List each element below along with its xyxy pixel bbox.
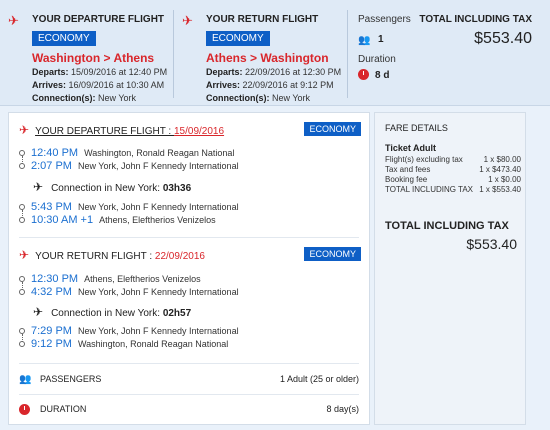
arrival-time: 10:30 AM +1 bbox=[31, 214, 94, 226]
duration-label: Duration bbox=[358, 54, 396, 65]
fare-line: TOTAL INCLUDING TAX 1 x $553.40 bbox=[385, 185, 521, 194]
return-summary: ✈ YOUR RETURN FLIGHT ECONOMY Athens > Wa… bbox=[182, 14, 347, 104]
return-heading: YOUR RETURN FLIGHT bbox=[206, 14, 319, 25]
departure-date[interactable]: 15/09/2016 bbox=[174, 126, 224, 137]
passengers-row-value: 1 Adult (25 or older) bbox=[279, 374, 359, 384]
departure-airport: Athens, Eleftherios Venizelos bbox=[84, 274, 201, 284]
return-route: Athens > Washington bbox=[206, 51, 329, 65]
section-divider bbox=[19, 394, 359, 395]
departure-summary: ✈ YOUR DEPARTURE FLIGHT ECONOMY Washingt… bbox=[8, 14, 173, 104]
return-date: 22/09/2016 bbox=[154, 251, 205, 262]
summary-divider bbox=[173, 10, 174, 98]
fare-details-title: FARE DETAILS bbox=[385, 123, 448, 133]
total-summary: TOTAL INCLUDING TAX $553.40 bbox=[419, 14, 532, 48]
duration-row: DURATION 8 day(s) bbox=[19, 403, 359, 419]
arrival-airport: New York, John F Kennedy International bbox=[77, 161, 239, 171]
fare-line: Flight(s) excluding tax 1 x $80.00 bbox=[385, 155, 521, 164]
fare-total-label: TOTAL INCLUDING TAX bbox=[385, 220, 509, 232]
arrival-airport: New York, John F Kennedy International bbox=[77, 287, 239, 297]
arrival-airport: Athens, Eleftherios Venizelos bbox=[99, 215, 216, 225]
departure-time: 5:43 PM bbox=[31, 201, 72, 213]
departure-airport: New York, John F Kennedy International bbox=[77, 202, 239, 212]
segment-departure: 5:43 PM New York, John F Kennedy Internat… bbox=[31, 201, 239, 213]
departure-heading: YOUR DEPARTURE FLIGHT bbox=[32, 14, 165, 25]
departure-arrives: Arrives: 16/09/2016 at 10:30 AM bbox=[32, 80, 165, 90]
fare-breakdown: Flight(s) excluding tax 1 x $80.00 Tax an… bbox=[385, 155, 521, 195]
departure-flight-header[interactable]: ✈ YOUR DEPARTURE FLIGHT : 15/09/2016 bbox=[19, 123, 224, 137]
return-cabin-badge: ECONOMY bbox=[304, 247, 361, 261]
segment-arrival: 9:12 PM Washington, Ronald Reagan Nationa… bbox=[31, 338, 228, 350]
duration-row-label: DURATION bbox=[40, 404, 87, 414]
return-segment-2: 7:29 PM New York, John F Kennedy Internat… bbox=[19, 325, 359, 355]
segment-departure: 12:30 PM Athens, Eleftherios Venizelos bbox=[31, 273, 201, 285]
arrival-time: 9:12 PM bbox=[31, 338, 72, 350]
return-cabin-badge: ECONOMY bbox=[206, 31, 270, 46]
fare-ticket-type: Ticket Adult bbox=[385, 143, 437, 153]
passengers-row: 👥 PASSENGERS 1 Adult (25 or older) bbox=[19, 373, 359, 389]
return-departs: Departs: 22/09/2016 at 12:30 PM bbox=[206, 67, 342, 77]
airplane-icon: ✈ bbox=[19, 123, 30, 137]
departure-time: 12:30 PM bbox=[31, 273, 79, 285]
segment-departure: 7:29 PM New York, John F Kennedy Internat… bbox=[31, 325, 239, 337]
section-divider bbox=[19, 363, 359, 364]
departure-airport: New York, John F Kennedy International bbox=[77, 326, 239, 336]
people-icon: 👥 bbox=[358, 35, 371, 46]
connection-duration: 03h36 bbox=[162, 183, 192, 194]
departure-cabin-badge: ECONOMY bbox=[32, 31, 96, 46]
total-label: TOTAL INCLUDING TAX bbox=[419, 14, 532, 25]
passengers-row-label: PASSENGERS bbox=[40, 374, 102, 384]
passengers-label: Passengers bbox=[358, 14, 411, 25]
airplane-icon: ✈ bbox=[182, 13, 193, 28]
segment-arrival: 10:30 AM +1 Athens, Eleftherios Venizelos bbox=[31, 214, 216, 226]
departure-time: 12:40 PM bbox=[31, 147, 79, 159]
departure-airport: Washington, Ronald Reagan National bbox=[84, 148, 235, 158]
connection-duration: 02h57 bbox=[162, 308, 192, 319]
departure-connections: Connection(s): New York bbox=[32, 93, 137, 103]
return-connection: ✈ Connection in New York: 02h57 bbox=[33, 305, 192, 319]
segment-arrival: 2:07 PM New York, John F Kennedy Internat… bbox=[31, 160, 239, 172]
return-arrives: Arrives: 22/09/2016 at 9:12 PM bbox=[206, 80, 334, 90]
airplane-icon: ✈ bbox=[8, 13, 19, 28]
return-segment-1: 12:30 PM Athens, Eleftherios Venizelos 4:… bbox=[19, 273, 359, 303]
fare-total-price: $553.40 bbox=[466, 236, 517, 252]
summary-divider bbox=[347, 10, 348, 98]
departure-connection: ✈ Connection in New York: 03h36 bbox=[33, 180, 192, 194]
booking-summary: ✈ YOUR DEPARTURE FLIGHT ECONOMY Washingt… bbox=[0, 0, 550, 106]
arrival-airport: Washington, Ronald Reagan National bbox=[77, 339, 229, 349]
connecting-flight-icon: ✈ bbox=[33, 180, 44, 194]
departure-cabin-badge: ECONOMY bbox=[304, 122, 361, 136]
segment-departure: 12:40 PM Washington, Ronald Reagan Nation… bbox=[31, 147, 234, 159]
arrival-time: 4:32 PM bbox=[31, 286, 72, 298]
departure-route: Washington > Athens bbox=[32, 51, 155, 65]
fare-line: Booking fee 1 x $0.00 bbox=[385, 175, 521, 184]
passengers-count: 1 bbox=[378, 34, 384, 45]
fare-line: Tax and fees 1 x $473.40 bbox=[385, 165, 521, 174]
segment-arrival: 4:32 PM New York, John F Kennedy Internat… bbox=[31, 286, 239, 298]
total-price: $553.40 bbox=[474, 30, 532, 47]
arrival-time: 2:07 PM bbox=[31, 160, 72, 172]
duration-row-value: 8 day(s) bbox=[326, 404, 359, 414]
departure-segment-2: 5:43 PM New York, John F Kennedy Internat… bbox=[19, 201, 359, 231]
return-connections: Connection(s): New York bbox=[206, 93, 311, 103]
departure-segment-1: 12:40 PM Washington, Ronald Reagan Nation… bbox=[19, 147, 359, 177]
return-flight-header: ✈ YOUR RETURN FLIGHT : 22/09/2016 bbox=[19, 248, 205, 262]
departure-departs: Departs: 15/09/2016 at 12:40 PM bbox=[32, 67, 168, 77]
return-flight-label: YOUR RETURN FLIGHT : bbox=[35, 251, 155, 262]
people-icon: 👥 bbox=[19, 374, 32, 385]
flight-details-panel: ✈ YOUR DEPARTURE FLIGHT : 15/09/2016 ECON… bbox=[8, 112, 370, 425]
connecting-flight-icon: ✈ bbox=[33, 305, 44, 319]
clock-icon bbox=[358, 69, 369, 80]
airplane-icon: ✈ bbox=[19, 248, 30, 262]
section-divider bbox=[19, 237, 359, 238]
departure-time: 7:29 PM bbox=[31, 325, 72, 337]
duration-value: 8 d bbox=[375, 70, 390, 81]
clock-icon bbox=[19, 404, 30, 415]
fare-details-panel: FARE DETAILS Ticket Adult Flight(s) excl… bbox=[374, 112, 526, 425]
departure-flight-link[interactable]: YOUR DEPARTURE FLIGHT : bbox=[35, 126, 174, 137]
